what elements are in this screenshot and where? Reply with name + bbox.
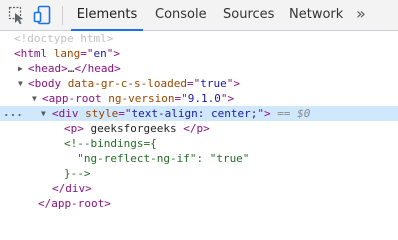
dom-tree: <!doctype html> <html lang="en"> ▶ <head… — [0, 31, 398, 211]
dom-line-app-root-end[interactable]: </app-root> — [0, 196, 398, 211]
dom-line-p[interactable]: <p> geeksforgeeks </p> — [0, 121, 398, 136]
html-tag: <html — [14, 47, 48, 60]
tab-console[interactable]: Console — [155, 0, 207, 30]
devtools-toolbar: Elements Console Sources Network » — [0, 0, 398, 31]
tab-sources[interactable]: Sources — [223, 0, 274, 30]
expand-arrow-icon[interactable]: ▶ — [18, 61, 23, 76]
html-tag-close: "> — [106, 47, 120, 60]
dom-line-html[interactable]: <html lang="en"> — [0, 46, 398, 61]
p-text: geeksforgeeks — [83, 122, 184, 135]
div-attr-eq: =" — [118, 107, 132, 120]
div-node: <div style="text-align: center;"> == $0 — [52, 106, 310, 121]
body-attr-eq: =" — [186, 77, 201, 90]
devtools-panel: Elements Console Sources Network » <!doc… — [0, 0, 398, 211]
app-root-end-tag: </app-root> — [38, 197, 111, 210]
dom-line-doctype[interactable]: <!doctype html> — [0, 31, 398, 46]
dom-line-comment-body[interactable]: "ng-reflect-ng-if": "true" — [0, 151, 398, 166]
head-node: <head>…</head> — [28, 61, 121, 76]
p-end-tag: </p> — [183, 122, 210, 135]
collapse-arrow-icon[interactable]: ▼ — [41, 106, 46, 121]
html-attr-eq: =" — [80, 47, 94, 60]
app-root-tag-close: "> — [220, 92, 235, 105]
collapse-arrow-icon[interactable]: ▼ — [18, 76, 23, 91]
comment-text-2: "ng-reflect-ng-if": "true" — [64, 152, 250, 165]
collapse-arrow-icon[interactable]: ▼ — [32, 91, 37, 106]
selected-node-marker: == $0 — [270, 107, 311, 120]
more-options-icon[interactable]: ... — [3, 106, 23, 119]
body-attr-value: true — [200, 77, 227, 90]
body-node: <body data-gr-c-s-loaded="true"> — [28, 76, 240, 91]
html-node: <html lang="en"> — [14, 46, 120, 61]
body-tag: <body — [28, 77, 62, 90]
app-root-attr-eq: =" — [174, 92, 188, 105]
comment-text-1: <!--bindings={ — [64, 137, 157, 150]
head-end-tag: </head> — [74, 62, 121, 75]
comment-text-3: }--> — [64, 167, 91, 180]
div-attr-name: style — [78, 107, 119, 120]
body-tag-close: "> — [226, 77, 240, 90]
app-root-node: <app-root ng-version="9.1.0"> — [42, 91, 234, 106]
dom-line-comment-end[interactable]: }--> — [0, 166, 398, 181]
div-tag-close: "> — [257, 107, 271, 120]
dom-line-div-selected[interactable]: ... ▼ <div style="text-align: center;"> … — [0, 106, 398, 121]
toolbar-divider — [62, 6, 63, 25]
div-tag: <div — [52, 107, 79, 120]
more-tabs-button[interactable]: » — [356, 0, 366, 30]
html-attr-value: en — [93, 47, 107, 60]
dom-line-app-root[interactable]: ▼ <app-root ng-version="9.1.0"> — [0, 91, 398, 106]
device-toolbar-icon[interactable] — [32, 4, 54, 26]
tab-network[interactable]: Network — [289, 0, 343, 30]
app-root-tag: <app-root — [42, 92, 102, 105]
app-root-attr-value: 9.1.0 — [187, 92, 221, 105]
body-attr-name: data-gr-c-s-loaded — [61, 77, 187, 90]
dom-line-div-end[interactable]: </div> — [0, 181, 398, 196]
div-attr-value: text-align: center; — [131, 107, 258, 120]
dom-line-comment-start[interactable]: <!--bindings={ — [0, 136, 398, 151]
app-root-attr-name: ng-version — [101, 92, 175, 105]
p-tag: <p> — [64, 122, 84, 135]
tab-elements[interactable]: Elements — [71, 0, 143, 31]
html-attr-name: lang — [47, 47, 81, 60]
head-tag: <head> — [28, 62, 68, 75]
dom-line-head[interactable]: ▶ <head>…</head> — [0, 61, 398, 76]
div-end-tag: </div> — [52, 182, 92, 195]
doctype-text: <!doctype html> — [14, 32, 114, 45]
inspect-element-icon[interactable] — [6, 4, 28, 26]
p-node: <p> geeksforgeeks </p> — [64, 121, 210, 136]
dom-line-body[interactable]: ▼ <body data-gr-c-s-loaded="true"> — [0, 76, 398, 91]
